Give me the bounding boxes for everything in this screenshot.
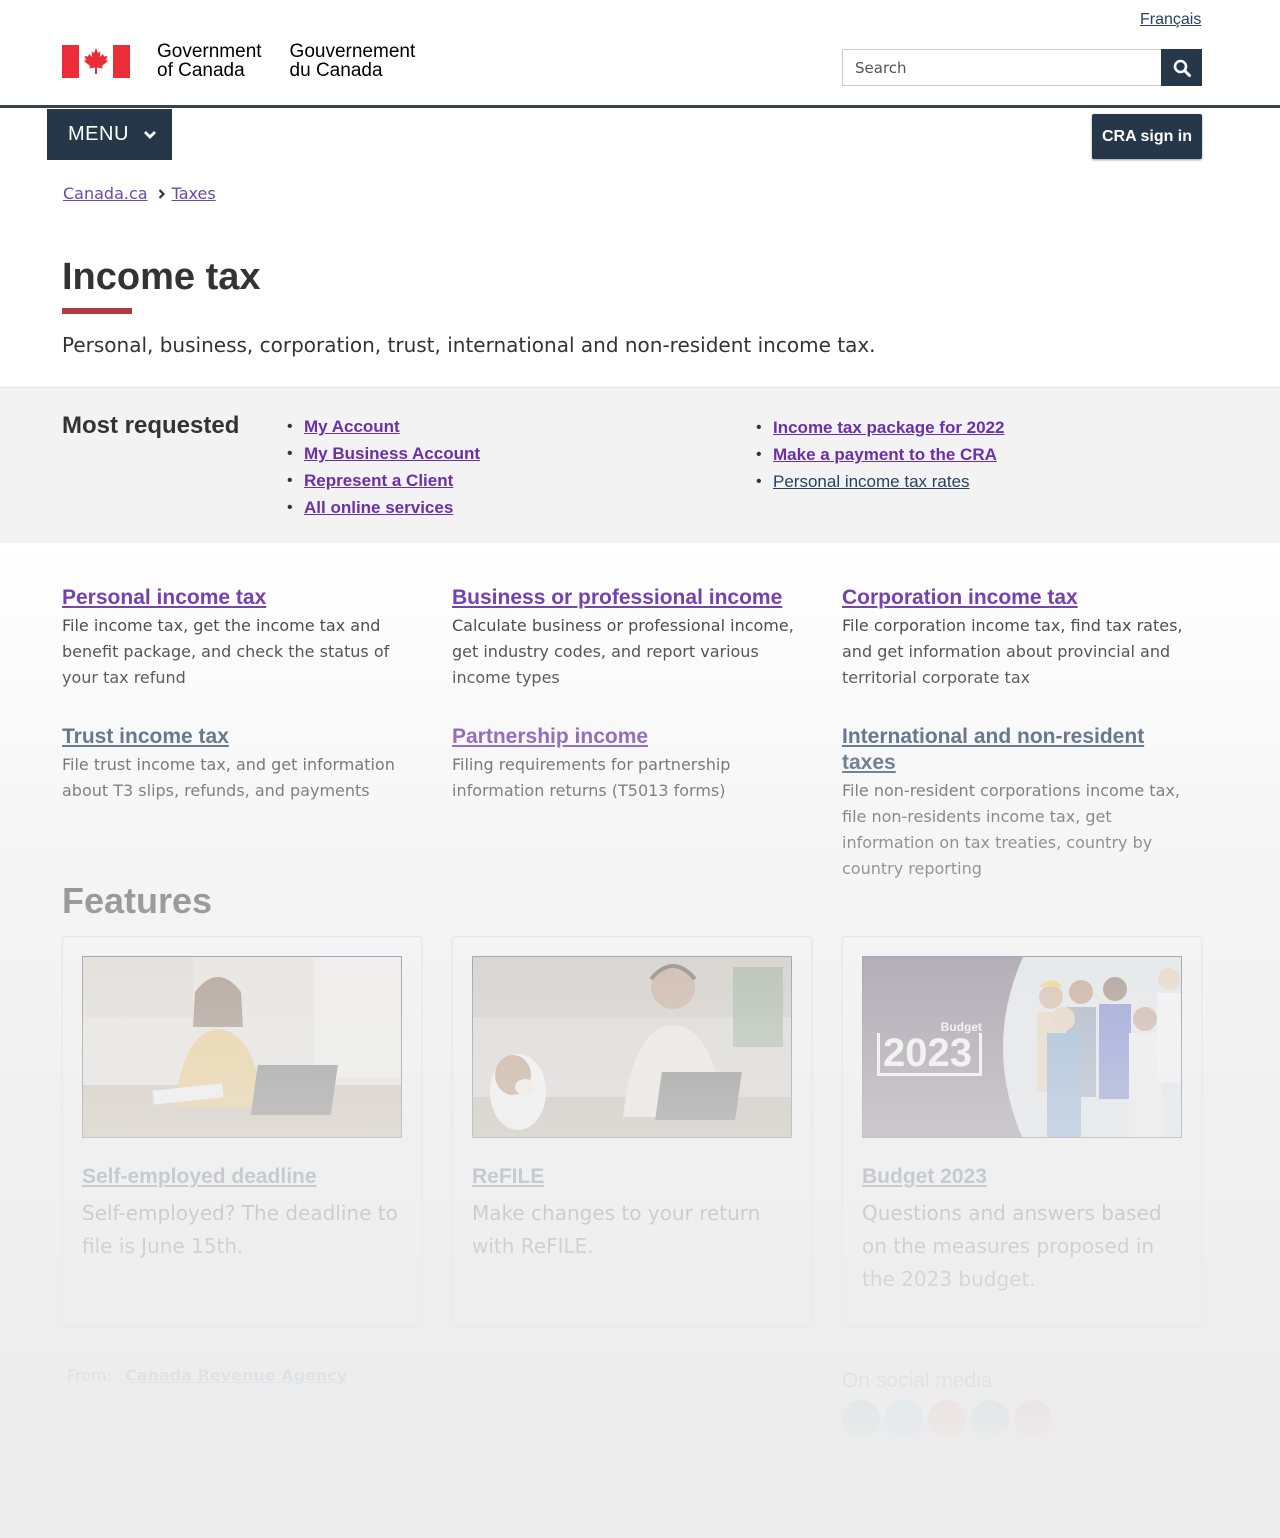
service-partnership-income: Partnership income Filing requirements f… xyxy=(452,724,797,804)
search-button[interactable] xyxy=(1161,49,1202,86)
list-item: Represent a Client xyxy=(287,467,480,494)
linkedin-icon[interactable] xyxy=(971,1400,1009,1438)
service-international-taxes: International and non-resident taxes Fil… xyxy=(842,724,1192,882)
list-item: My Account xyxy=(287,413,480,440)
most-requested-list-1: My Account My Business Account Represent… xyxy=(287,413,480,521)
most-requested-list-2: Income tax package for 2022 Make a payme… xyxy=(756,414,1005,495)
twitter-icon[interactable] xyxy=(885,1400,923,1438)
feature-description: Make changes to your return with ReFILE. xyxy=(472,1201,761,1258)
service-corporation-income-tax: Corporation income tax File corporation … xyxy=(842,585,1187,691)
personal-tax-rates-link[interactable]: Personal income tax rates xyxy=(773,468,970,495)
features-heading: Features xyxy=(62,880,213,921)
feature-caption: ReFILE Make changes to your return with … xyxy=(472,1165,792,1263)
canada-flag-icon xyxy=(62,44,130,78)
feature-description: Self-employed? The deadline to file is J… xyxy=(82,1201,398,1258)
menu-button[interactable]: MENU xyxy=(47,109,172,160)
title-underline xyxy=(62,308,132,314)
feature-description: Questions and answers based on the measu… xyxy=(862,1201,1162,1291)
most-requested-section: Most requested My Account My Business Ac… xyxy=(0,387,1280,543)
government-wordmark: Government of Canada Gouvernement du Can… xyxy=(157,42,415,80)
wordmark-en-line2: of Canada xyxy=(157,60,245,81)
menu-label: MENU xyxy=(68,123,129,145)
my-account-link[interactable]: My Account xyxy=(304,413,400,440)
income-tax-package-link[interactable]: Income tax package for 2022 xyxy=(773,414,1005,441)
feature-title-link[interactable]: ReFILE xyxy=(472,1165,792,1189)
list-item: My Business Account xyxy=(287,440,480,467)
youtube-icon[interactable] xyxy=(928,1400,966,1438)
social-media-links xyxy=(842,1400,1052,1438)
list-item: Make a payment to the CRA xyxy=(756,441,1005,468)
service-description: File corporation income tax, find tax ra… xyxy=(842,616,1183,687)
breadcrumb-taxes-link[interactable]: Taxes xyxy=(172,184,216,203)
feature-title-link[interactable]: Self-employed deadline xyxy=(82,1165,402,1189)
instagram-icon[interactable] xyxy=(1014,1400,1052,1438)
all-online-services-link[interactable]: All online services xyxy=(304,494,453,521)
service-title-link[interactable]: International and non-resident taxes xyxy=(842,724,1192,776)
cra-sign-in-button[interactable]: CRA sign in xyxy=(1092,114,1202,159)
budget-year-label: 2023 xyxy=(877,1033,982,1076)
wordmark-fr-line2: du Canada xyxy=(289,60,383,81)
language-toggle-link[interactable]: Français xyxy=(1140,11,1201,29)
feature-caption: Budget 2023 Questions and answers based … xyxy=(862,1165,1182,1296)
wordmark-en-line1: Government xyxy=(157,41,262,62)
feature-card-self-employed[interactable]: Self-employed deadline Self-employed? Th… xyxy=(62,936,422,1326)
feature-image-woman-laptop xyxy=(82,956,402,1138)
feature-card-refile[interactable]: ReFILE Make changes to your return with … xyxy=(452,936,812,1326)
service-title-link[interactable]: Personal income tax xyxy=(62,585,407,611)
most-requested-heading: Most requested xyxy=(62,412,240,439)
chevron-right-icon xyxy=(158,188,166,199)
from-department: From: Canada Revenue Agency xyxy=(67,1366,347,1385)
from-label: From: xyxy=(67,1366,113,1385)
social-media-heading: On social media xyxy=(842,1369,993,1392)
service-title-link[interactable]: Business or professional income xyxy=(452,585,797,611)
site-search xyxy=(842,49,1202,86)
breadcrumb-canada-link[interactable]: Canada.ca xyxy=(63,184,148,203)
service-business-income: Business or professional income Calculat… xyxy=(452,585,797,691)
government-of-canada-signature[interactable]: Government of Canada Gouvernement du Can… xyxy=(62,42,415,80)
page-intro: Personal, business, corporation, trust, … xyxy=(62,333,876,357)
list-item: Personal income tax rates xyxy=(756,468,1005,495)
feature-image-budget-2023: Budget 2023 xyxy=(862,956,1182,1138)
list-item: Income tax package for 2022 xyxy=(756,414,1005,441)
service-title-link[interactable]: Trust income tax xyxy=(62,724,407,750)
page-title: Income tax xyxy=(62,256,261,298)
wordmark-fr-line1: Gouvernement xyxy=(289,41,416,62)
search-input[interactable] xyxy=(842,49,1161,86)
feature-caption: Self-employed deadline Self-employed? Th… xyxy=(82,1165,402,1263)
service-title-link[interactable]: Partnership income xyxy=(452,724,797,750)
represent-a-client-link[interactable]: Represent a Client xyxy=(304,467,453,494)
feature-card-budget-2023[interactable]: Budget 2023 Budget 2023 Questions and an… xyxy=(842,936,1202,1326)
search-icon xyxy=(1173,59,1191,77)
chevron-down-icon xyxy=(143,130,156,139)
service-title-link[interactable]: Corporation income tax xyxy=(842,585,1187,611)
make-payment-link[interactable]: Make a payment to the CRA xyxy=(773,441,997,468)
budget-image-text: Budget 2023 xyxy=(877,1021,982,1076)
list-item: All online services xyxy=(287,494,480,521)
service-description: File income tax, get the income tax and … xyxy=(62,616,390,687)
my-business-account-link[interactable]: My Business Account xyxy=(304,440,480,467)
service-description: Calculate business or professional incom… xyxy=(452,616,794,687)
breadcrumb: Canada.ca Taxes xyxy=(63,184,216,203)
feature-image-man-headset xyxy=(472,956,792,1138)
service-trust-income-tax: Trust income tax File trust income tax, … xyxy=(62,724,407,804)
facebook-icon[interactable] xyxy=(842,1400,880,1438)
feature-title-link[interactable]: Budget 2023 xyxy=(862,1165,1182,1189)
service-description: File non-resident corporations income ta… xyxy=(842,781,1180,878)
header-divider xyxy=(0,105,1280,108)
service-personal-income-tax: Personal income tax File income tax, get… xyxy=(62,585,407,691)
service-description: Filing requirements for partnership info… xyxy=(452,755,731,800)
service-description: File trust income tax, and get informati… xyxy=(62,755,395,800)
cra-department-link[interactable]: Canada Revenue Agency xyxy=(125,1366,347,1385)
